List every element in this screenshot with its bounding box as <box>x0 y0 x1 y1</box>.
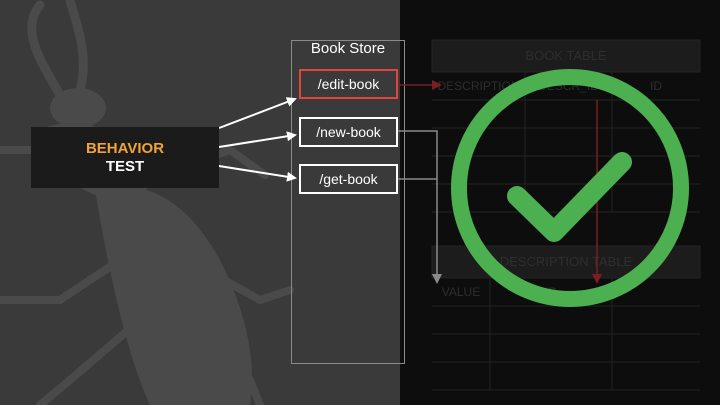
diagram-stage: BOOK TABLE DESCRIPTION DESCR_ID ID DESCR… <box>0 0 720 405</box>
check-circle-icon <box>451 69 689 307</box>
